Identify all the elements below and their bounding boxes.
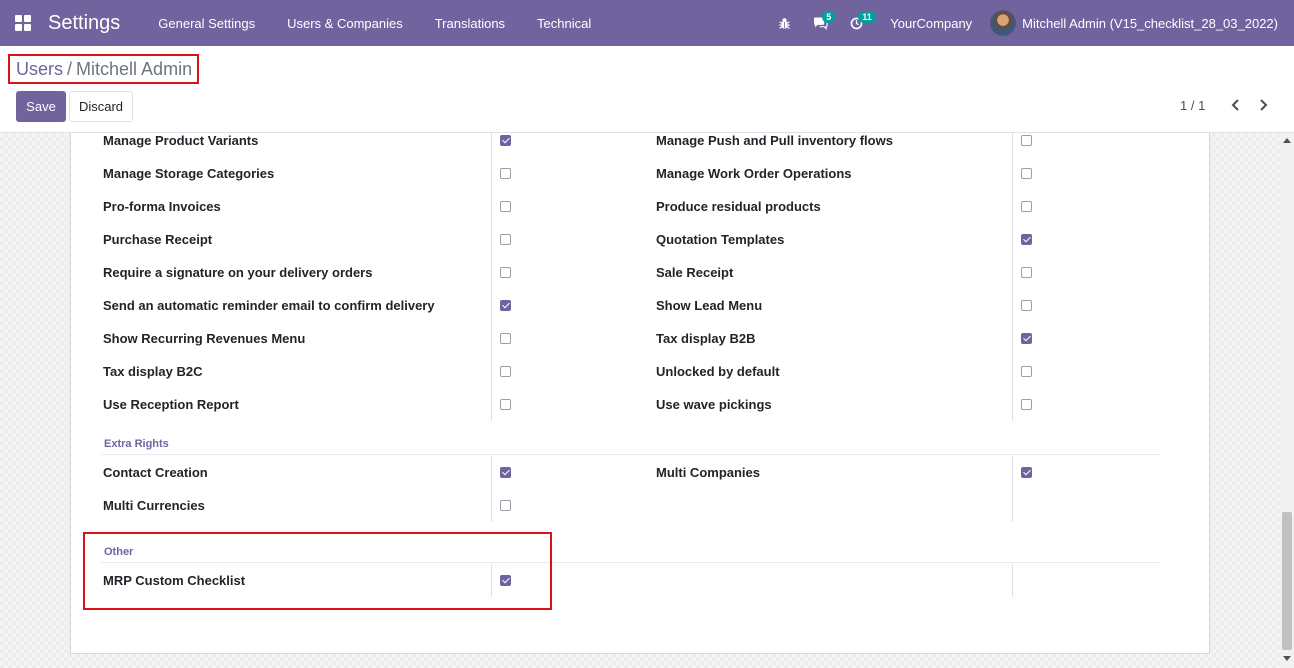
right-label-use-reception-report: Use Reception Report: [103, 397, 239, 412]
menu-technical[interactable]: Technical: [521, 16, 607, 31]
checkbox-manage-work-order-operations[interactable]: [1021, 168, 1032, 179]
right-label-pro-forma-invoices: Pro-forma Invoices: [103, 199, 221, 214]
right-label-manage-work-order-operations: Manage Work Order Operations: [656, 166, 852, 181]
column-divider: [1012, 256, 1013, 289]
checkbox-manage-storage-categories[interactable]: [500, 168, 511, 179]
right-label-multi-companies: Multi Companies: [656, 465, 761, 480]
checkbox-tax-display-b2c[interactable]: [500, 366, 511, 377]
right-label-require-a-signature-on-your-delivery-orders: Require a signature on your delivery ord…: [103, 265, 373, 280]
right-label-purchase-receipt: Purchase Receipt: [103, 232, 213, 247]
right-label-show-lead-menu: Show Lead Menu: [656, 298, 763, 313]
checkbox-tax-display-b2b[interactable]: [1021, 333, 1032, 344]
top-navbar: Settings General Settings Users & Compan…: [0, 0, 1294, 46]
right-label-send-an-automatic-reminder-email-to-confirm-delivery: Send an automatic reminder email to conf…: [103, 298, 435, 313]
activities-count-badge: 11: [858, 11, 876, 23]
menu-translations[interactable]: Translations: [419, 16, 521, 31]
chat-icon[interactable]: 5: [802, 0, 838, 46]
column-divider: [1012, 489, 1013, 522]
messages-count-badge: 5: [822, 11, 836, 23]
column-divider: [491, 322, 492, 355]
control-panel: Users / Mitchell Admin Save Discard 1 / …: [0, 46, 1294, 133]
app-title[interactable]: Settings: [48, 12, 120, 35]
checkbox-use-reception-report[interactable]: [500, 399, 511, 410]
column-divider: [1012, 133, 1013, 157]
right-label-manage-product-variants: Manage Product Variants: [103, 133, 259, 148]
scroll-down-arrow[interactable]: [1283, 656, 1291, 661]
checkbox-multi-currencies[interactable]: [500, 500, 511, 511]
column-divider: [1012, 355, 1013, 388]
checkbox-quotation-templates[interactable]: [1021, 234, 1032, 245]
column-divider: [491, 157, 492, 190]
column-divider: [491, 256, 492, 289]
checkbox-manage-product-variants[interactable]: [500, 135, 511, 146]
right-label-tax-display-b2c: Tax display B2C: [103, 364, 203, 379]
discard-button[interactable]: Discard: [69, 91, 133, 122]
breadcrumb-users-link[interactable]: Users: [16, 59, 63, 80]
chevron-right-icon[interactable]: [1253, 93, 1273, 117]
column-divider: [491, 190, 492, 223]
right-label-manage-storage-categories: Manage Storage Categories: [103, 166, 275, 181]
column-divider: [491, 388, 492, 421]
column-divider: [1012, 157, 1013, 190]
checkbox-produce-residual-products[interactable]: [1021, 201, 1032, 212]
column-divider: [1012, 322, 1013, 355]
right-label-quotation-templates: Quotation Templates: [656, 232, 785, 247]
systray: 5 11 YourCompany Mitchell Admin (V15_che…: [766, 0, 1294, 46]
checkbox-require-a-signature-on-your-delivery-orders[interactable]: [500, 267, 511, 278]
chevron-left-icon[interactable]: [1226, 93, 1246, 117]
checkbox-show-recurring-revenues-menu[interactable]: [500, 333, 511, 344]
pager-value[interactable]: 1 / 1: [1180, 98, 1205, 113]
checkbox-contact-creation[interactable]: [500, 467, 511, 478]
column-divider: [1012, 223, 1013, 256]
column-divider: [491, 133, 492, 157]
right-label-multi-currencies: Multi Currencies: [103, 498, 205, 513]
column-divider: [1012, 564, 1013, 597]
breadcrumb: Users / Mitchell Admin: [8, 54, 199, 84]
checkbox-unlocked-by-default[interactable]: [1021, 366, 1032, 377]
right-label-sale-receipt: Sale Receipt: [656, 265, 734, 280]
checkbox-multi-companies[interactable]: [1021, 467, 1032, 478]
highlight-box-other: [83, 532, 552, 610]
right-label-contact-creation: Contact Creation: [103, 465, 208, 480]
checkbox-purchase-receipt[interactable]: [500, 234, 511, 245]
bug-icon[interactable]: [766, 0, 802, 46]
user-menu[interactable]: Mitchell Admin (V15_checklist_28_03_2022…: [990, 10, 1294, 36]
column-divider: [491, 289, 492, 322]
column-divider: [491, 489, 492, 522]
checkbox-use-wave-pickings[interactable]: [1021, 399, 1032, 410]
right-label-manage-push-and-pull-inventory-flows: Manage Push and Pull inventory flows: [656, 133, 893, 148]
breadcrumb-separator: /: [67, 58, 73, 79]
section-title-extra-rights: Extra Rights: [104, 438, 169, 450]
avatar: [990, 10, 1017, 36]
right-label-tax-display-b2b: Tax display B2B: [656, 331, 756, 346]
right-label-produce-residual-products: Produce residual products: [656, 199, 821, 214]
section-divider: [101, 454, 1161, 455]
checkbox-send-an-automatic-reminder-email-to-confirm-delivery[interactable]: [500, 300, 511, 311]
column-divider: [491, 355, 492, 388]
column-divider: [491, 223, 492, 256]
menu-general-settings[interactable]: General Settings: [142, 16, 271, 31]
checkbox-show-lead-menu[interactable]: [1021, 300, 1032, 311]
column-divider: [1012, 456, 1013, 489]
scroll-up-arrow[interactable]: [1283, 138, 1291, 143]
checkbox-manage-push-and-pull-inventory-flows[interactable]: [1021, 135, 1032, 146]
company-switcher[interactable]: YourCompany: [874, 16, 990, 31]
user-name: Mitchell Admin (V15_checklist_28_03_2022…: [1022, 15, 1278, 31]
scrollbar-thumb[interactable]: [1282, 512, 1292, 650]
save-button[interactable]: Save: [16, 91, 66, 122]
breadcrumb-current: Mitchell Admin: [76, 58, 193, 79]
right-label-use-wave-pickings: Use wave pickings: [656, 397, 772, 412]
menu-users-companies[interactable]: Users & Companies: [271, 16, 419, 31]
apps-menu-icon[interactable]: [0, 0, 46, 46]
checkbox-pro-forma-invoices[interactable]: [500, 201, 511, 212]
column-divider: [1012, 388, 1013, 421]
right-label-show-recurring-revenues-menu: Show Recurring Revenues Menu: [103, 331, 306, 346]
clock-icon[interactable]: 11: [838, 0, 876, 46]
column-divider: [1012, 289, 1013, 322]
column-divider: [1012, 190, 1013, 223]
checkbox-sale-receipt[interactable]: [1021, 267, 1032, 278]
right-label-unlocked-by-default: Unlocked by default: [656, 364, 780, 379]
column-divider: [491, 456, 492, 489]
